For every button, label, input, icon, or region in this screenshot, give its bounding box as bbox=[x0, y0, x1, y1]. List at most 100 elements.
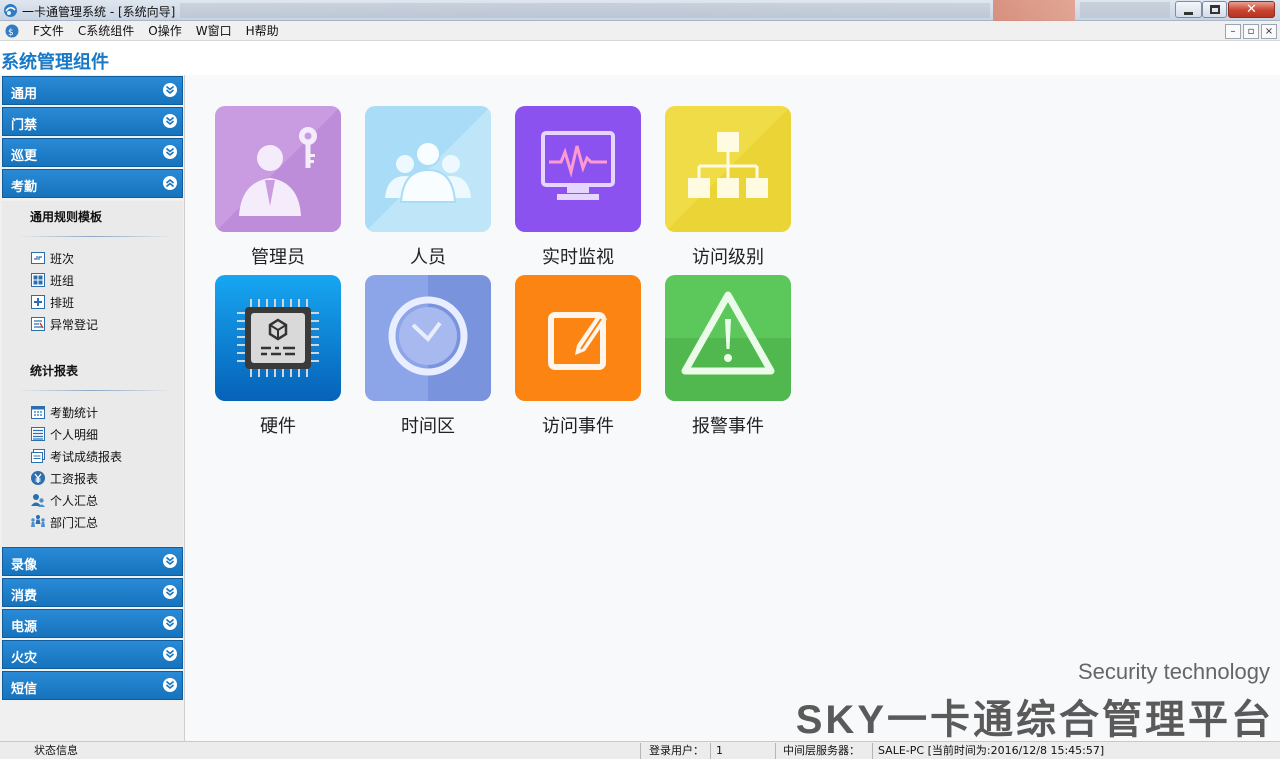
branding-product-name: SKY一卡通综合管理平台 bbox=[795, 698, 1274, 742]
main-area: 管理员 人员 实时监视 访问级别 硬件 时间区 访问事件 报警事件 Securi… bbox=[185, 75, 1280, 742]
component-title: 系统管理组件 bbox=[1, 52, 109, 73]
divider bbox=[16, 390, 172, 391]
menu-bar: $ F文件 C系统组件 O操作 W窗口 H帮助 bbox=[0, 21, 1280, 41]
sidebar-group-access[interactable]: 门禁 bbox=[2, 107, 183, 136]
sidebar-group-consumption[interactable]: 消费 bbox=[2, 578, 183, 607]
nav-item-personal-detail[interactable]: 个人明细 bbox=[30, 425, 98, 443]
nav-item-attendance-stats[interactable]: 考勤统计 bbox=[30, 403, 98, 421]
status-info: 状态信息 bbox=[34, 744, 78, 757]
warning-icon bbox=[665, 275, 791, 401]
status-server-value: SALE-PC [当前时间为:2016/12/8 15:45:57] bbox=[878, 744, 1105, 757]
chip-icon bbox=[215, 275, 341, 401]
chevron-down-icon bbox=[163, 114, 177, 128]
menu-file[interactable]: F文件 bbox=[26, 21, 71, 41]
sidebar-group-patrol[interactable]: 巡更 bbox=[2, 138, 183, 167]
nav-item-label: 班次 bbox=[50, 251, 75, 266]
blurred-highlight bbox=[993, 0, 1075, 21]
sidebar-group-fire[interactable]: 火灾 bbox=[2, 640, 183, 669]
tile-administrator[interactable] bbox=[215, 106, 341, 232]
sidebar: 通用 门禁 巡更 考勤 通用规则模板 班次 班组 排班 异常登记 统计报表 考勤… bbox=[0, 75, 185, 741]
branding-tagline: Security technology bbox=[1078, 659, 1270, 684]
tile-realtime-monitor[interactable] bbox=[515, 106, 641, 232]
sidebar-group-video[interactable]: 录像 bbox=[2, 547, 183, 576]
nav-item-label: 异常登记 bbox=[50, 317, 99, 332]
mdi-minimize-button[interactable]: – bbox=[1225, 24, 1241, 39]
status-user-label: 登录用户： bbox=[649, 744, 704, 757]
group-grid-icon bbox=[31, 273, 45, 287]
nav-item-label: 部门汇总 bbox=[50, 515, 99, 530]
edit-note-icon bbox=[515, 275, 641, 401]
status-server-label: 中间层服务器： bbox=[783, 744, 860, 757]
status-bar: 状态信息 登录用户： 1 中间层服务器： SALE-PC [当前时间为:2016… bbox=[0, 741, 1280, 759]
nav-item-label: 个人明细 bbox=[50, 427, 99, 442]
tile-hardware[interactable] bbox=[215, 275, 341, 401]
divider bbox=[640, 743, 641, 759]
nav-item-personal-summary[interactable]: 个人汇总 bbox=[30, 491, 98, 509]
nav-item-team[interactable]: 班组 bbox=[30, 271, 74, 289]
app-menu-icon[interactable]: $ bbox=[4, 23, 22, 39]
close-icon: ✕ bbox=[1246, 2, 1257, 17]
tile-label: 访问事件 bbox=[542, 416, 614, 437]
divider bbox=[16, 236, 172, 237]
sidebar-group-attendance[interactable]: 考勤 bbox=[2, 169, 183, 198]
minimize-icon bbox=[1184, 11, 1193, 15]
report-stack-icon bbox=[31, 449, 45, 463]
sidebar-group-label: 消费 bbox=[11, 589, 38, 604]
nav-item-exception[interactable]: 异常登记 bbox=[30, 315, 98, 333]
sidebar-group-label: 门禁 bbox=[11, 118, 38, 133]
sidebar-group-power[interactable]: 电源 bbox=[2, 609, 183, 638]
monitor-pulse-icon bbox=[515, 106, 641, 232]
menu-help[interactable]: H帮助 bbox=[239, 21, 286, 41]
blurred-taskbar-area bbox=[180, 3, 990, 18]
sidebar-group-label: 电源 bbox=[11, 620, 38, 635]
attendance-panel: 通用规则模板 班次 班组 排班 异常登记 统计报表 考勤统计 个人明细 考试成绩… bbox=[2, 201, 183, 546]
list-icon bbox=[31, 427, 45, 441]
tile-label: 访问级别 bbox=[692, 247, 764, 268]
window-title: 一卡通管理系统 - [系统向导] bbox=[22, 5, 176, 19]
menu-operations[interactable]: O操作 bbox=[141, 21, 188, 41]
tile-label: 报警事件 bbox=[692, 416, 764, 437]
clock-icon bbox=[365, 275, 491, 401]
nav-item-shift[interactable]: 班次 bbox=[30, 249, 74, 267]
tile-time-zone[interactable] bbox=[365, 275, 491, 401]
blurred-area bbox=[1080, 2, 1170, 18]
nav-item-department-summary[interactable]: 部门汇总 bbox=[30, 513, 98, 531]
chevron-down-icon bbox=[163, 647, 177, 661]
close-button[interactable]: ✕ bbox=[1228, 1, 1275, 18]
calendar-icon bbox=[31, 406, 45, 419]
mdi-restore-button[interactable]: ▫ bbox=[1243, 24, 1259, 39]
menu-window[interactable]: W窗口 bbox=[189, 21, 239, 41]
app-logo-icon bbox=[4, 4, 17, 17]
nav-item-scheduling[interactable]: 排班 bbox=[30, 293, 74, 311]
nav-item-label: 个人汇总 bbox=[50, 493, 99, 508]
window-titlebar: 一卡通管理系统 - [系统向导] ✕ bbox=[0, 0, 1280, 21]
tile-people[interactable] bbox=[365, 106, 491, 232]
restore-button[interactable] bbox=[1202, 1, 1227, 18]
mdi-close-button[interactable]: × bbox=[1261, 24, 1277, 39]
component-header: 系统管理组件 bbox=[0, 42, 1280, 75]
minimize-button[interactable] bbox=[1175, 1, 1202, 18]
sidebar-group-sms[interactable]: 短信 bbox=[2, 671, 183, 700]
nav-item-salary-report[interactable]: 工资报表 bbox=[30, 469, 98, 487]
tile-label: 硬件 bbox=[260, 416, 296, 437]
svg-text:$: $ bbox=[8, 28, 14, 38]
tile-access-level[interactable] bbox=[665, 106, 791, 232]
tile-access-events[interactable] bbox=[515, 275, 641, 401]
chevron-down-icon bbox=[163, 585, 177, 599]
person-group-icon bbox=[31, 494, 45, 507]
schedule-plus-icon bbox=[31, 295, 45, 309]
sidebar-group-label: 短信 bbox=[11, 682, 38, 697]
status-user-value: 1 bbox=[716, 744, 723, 757]
nav-item-exam-report[interactable]: 考试成绩报表 bbox=[30, 447, 122, 465]
restore-icon bbox=[1209, 5, 1220, 14]
nav-item-label: 班组 bbox=[50, 273, 75, 288]
menu-components[interactable]: C系统组件 bbox=[71, 21, 141, 41]
tile-alarm-events[interactable] bbox=[665, 275, 791, 401]
people-icon bbox=[365, 106, 491, 232]
tile-label: 时间区 bbox=[401, 416, 455, 437]
tile-label: 人员 bbox=[410, 247, 446, 268]
department-icon bbox=[31, 515, 45, 527]
chevron-down-icon bbox=[163, 145, 177, 159]
chevron-down-icon bbox=[163, 83, 177, 97]
sidebar-group-general[interactable]: 通用 bbox=[2, 76, 183, 105]
